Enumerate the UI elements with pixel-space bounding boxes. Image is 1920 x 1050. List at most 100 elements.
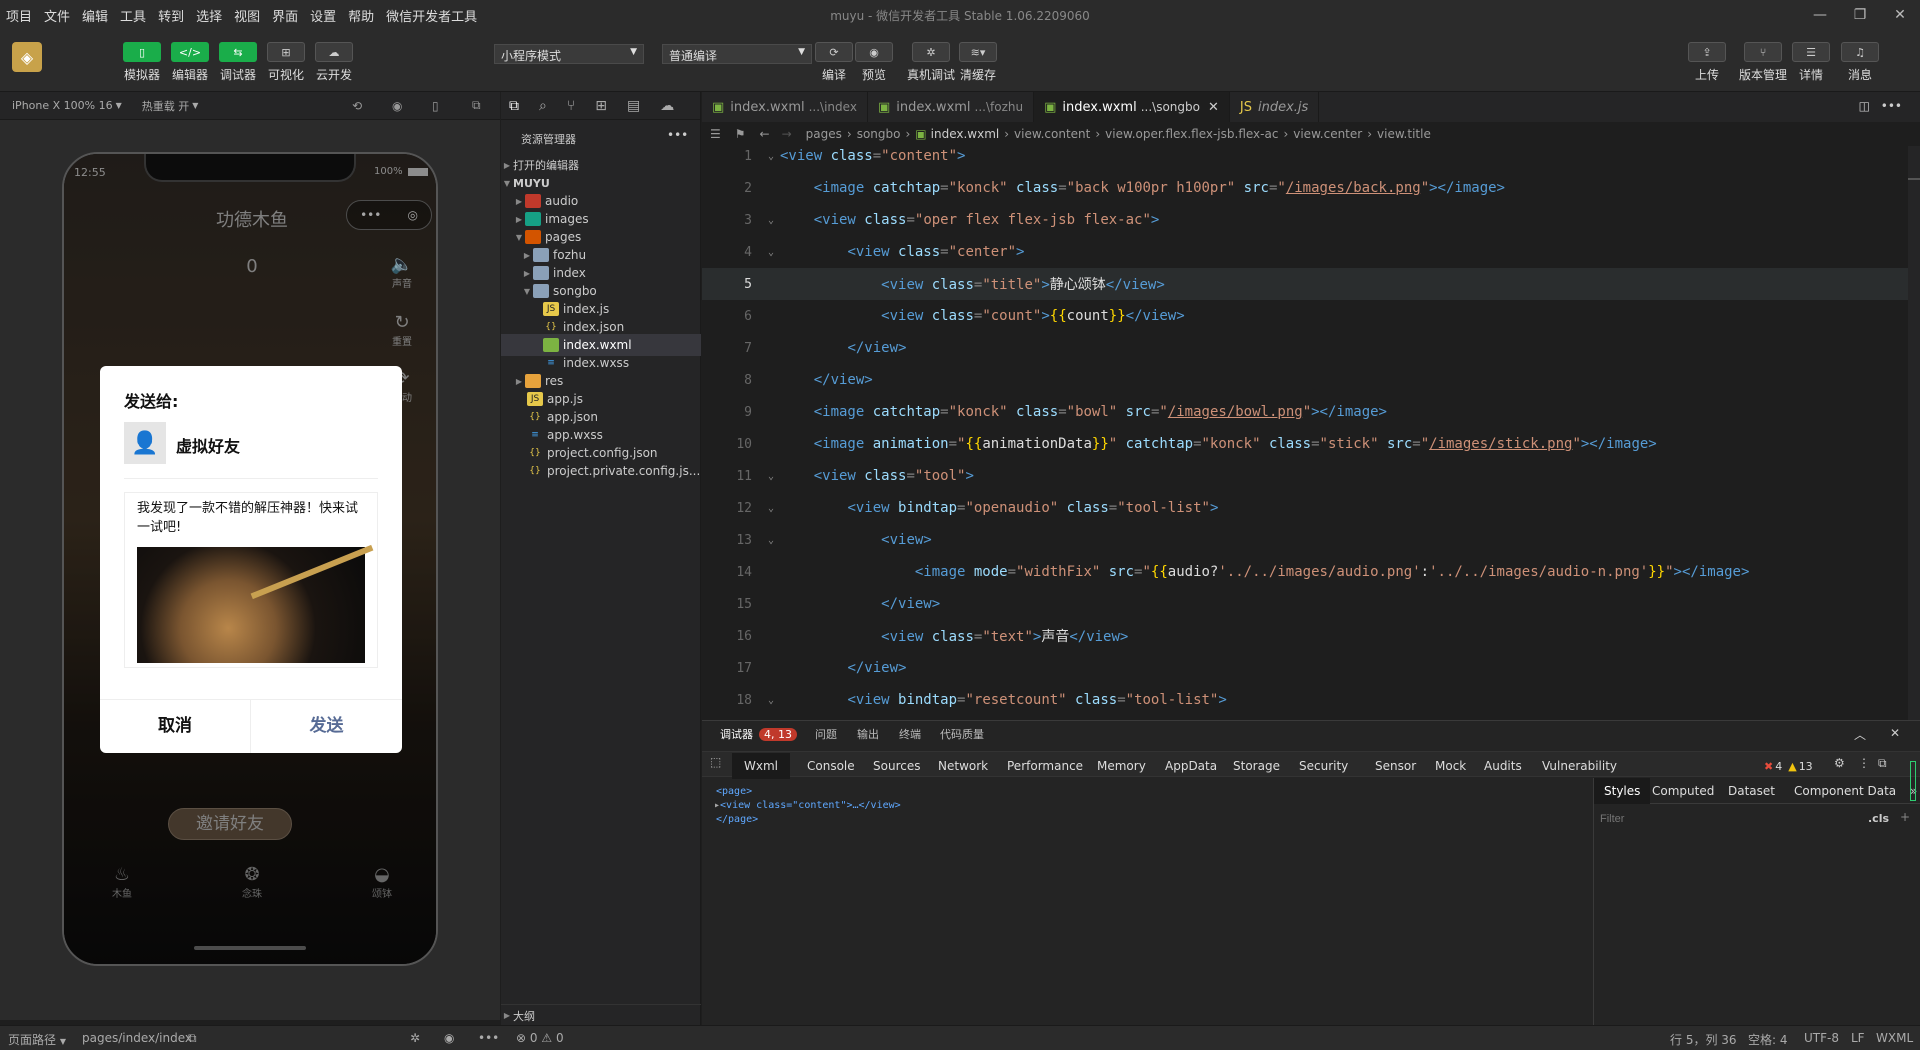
storage-icon[interactable]: ▤ [627, 98, 640, 114]
more-icon[interactable]: ••• [1881, 99, 1902, 113]
crumb-file[interactable]: index.wxml [931, 127, 1000, 141]
docker-icon[interactable]: ☁ [660, 98, 674, 114]
preview-button[interactable]: ◉ 预览 [854, 42, 894, 83]
bookmark-icon[interactable]: ⚑ [735, 127, 746, 141]
cls-toggle[interactable]: .cls [1868, 812, 1889, 825]
list-icon[interactable]: ☰ [710, 127, 721, 141]
messages-button[interactable]: ♫ 消息 [1840, 42, 1880, 83]
maximize-icon[interactable]: ❐ [1840, 0, 1880, 30]
styles-tab-styles[interactable]: Styles [1594, 778, 1651, 804]
panel-tab-storage[interactable]: Storage [1233, 753, 1280, 779]
code-line[interactable]: 8 </view> [702, 364, 1920, 396]
code-line[interactable]: 13 ⌄ <view> [702, 524, 1920, 556]
hot-reload-toggle[interactable]: 热重载 开 [142, 98, 190, 114]
forward-icon[interactable]: → [782, 127, 792, 141]
scrollbar-thumb[interactable] [1908, 178, 1920, 180]
tab-terminal[interactable]: 终端 [899, 721, 921, 747]
upload-button[interactable]: ⇪ 上传 [1687, 42, 1727, 83]
code-area[interactable]: 1 ⌄ <view class="content"> 2 <image catchta… [702, 140, 1920, 720]
compile-button[interactable]: ⟳ 编译 [814, 42, 854, 83]
panel-tab-memory[interactable]: Memory [1097, 753, 1146, 779]
clear-cache-button[interactable]: ≋▾ 清缓存 [958, 42, 998, 83]
code-line[interactable]: 7 </view> [702, 332, 1920, 364]
styles-tab-component-data[interactable]: Component Data [1794, 784, 1896, 798]
panel-tab-console[interactable]: Console [807, 753, 855, 779]
close-icon[interactable]: ✕ [1208, 100, 1219, 115]
panel-tab-network[interactable]: Network [938, 753, 988, 779]
menu-select[interactable]: 选择 [190, 6, 228, 25]
bug-icon[interactable]: ✲ [410, 1031, 420, 1045]
record-icon[interactable]: ◉ [392, 99, 402, 113]
dock-icon[interactable]: ⧉ [1878, 756, 1887, 771]
menu-project[interactable]: 项目 [0, 6, 38, 25]
code-line[interactable]: 6 <view class="count">{{count}}</view> [702, 300, 1920, 332]
panel-tab-appdata[interactable]: AppData [1165, 753, 1217, 779]
close-icon[interactable]: ✕ [1890, 726, 1900, 740]
code-line[interactable]: 18 ⌄ <view bindtap="resetcount" class="to… [702, 684, 1920, 716]
cloud-button[interactable]: ☁ 云开发 [314, 42, 354, 83]
language-mode[interactable]: WXML [1876, 1031, 1913, 1045]
more-icon[interactable]: ••• [478, 1031, 499, 1045]
cancel-button[interactable]: 取消 [100, 700, 251, 753]
tab-debugger[interactable]: 调试器 4, 13 [720, 721, 797, 747]
split-editor-icon[interactable]: ◫ [1859, 99, 1870, 113]
details-button[interactable]: ☰ 详情 [1791, 42, 1831, 83]
dom-node-view[interactable]: ▸<view class="content">…</view> [714, 799, 901, 813]
fold-icon[interactable]: ⌄ [762, 247, 780, 258]
eye-icon[interactable]: ◉ [444, 1031, 454, 1045]
panel-tab-performance[interactable]: Performance [1007, 753, 1083, 779]
real-debug-button[interactable]: ✲ 真机调试 [906, 42, 956, 83]
menu-file[interactable]: 文件 [38, 6, 76, 25]
code-line[interactable]: 16 <view class="text">声音</view> [702, 620, 1920, 652]
back-icon[interactable]: ← [760, 127, 770, 141]
tab-output[interactable]: 输出 [857, 721, 879, 747]
debugger-button[interactable]: ⇆ 调试器 [218, 42, 258, 83]
code-line[interactable]: 17 </view> [702, 652, 1920, 684]
tree-item-project-private-config[interactable]: {} project.private.config.js... [501, 460, 701, 482]
panel-tab-vulnerability[interactable]: Vulnerability [1542, 753, 1617, 779]
issue-counter[interactable]: ✖ 4 ▲ 13 [1764, 753, 1813, 779]
code-line[interactable]: 15 </view> [702, 588, 1920, 620]
panel-tab-audits[interactable]: Audits [1484, 753, 1522, 779]
indent-setting[interactable]: 空格: 4 [1748, 1031, 1788, 1048]
menu-help[interactable]: 帮助 [342, 6, 380, 25]
menu-goto[interactable]: 转到 [152, 6, 190, 25]
styles-tab-dataset[interactable]: Dataset [1728, 784, 1775, 798]
encoding[interactable]: UTF-8 [1804, 1031, 1839, 1045]
send-button[interactable]: 发送 [251, 700, 402, 753]
editor-button[interactable]: </> 编辑器 [170, 42, 210, 83]
menu-tools[interactable]: 工具 [114, 6, 152, 25]
minimize-icon[interactable]: — [1800, 0, 1840, 30]
fold-icon[interactable]: ⌄ [762, 503, 780, 514]
rotate-icon[interactable]: ⟲ [352, 99, 362, 113]
fold-icon[interactable]: ⌄ [762, 535, 780, 546]
search-icon[interactable]: ⌕ [539, 98, 547, 114]
problem-counter[interactable]: ⊗ 0 ⚠ 0 [516, 1031, 564, 1045]
add-icon[interactable]: + [1900, 810, 1910, 824]
tab-index-wxml-index[interactable]: ▣ index.wxml ...\index [702, 92, 868, 122]
close-icon[interactable]: ✕ [1880, 0, 1920, 30]
code-line[interactable]: 3 ⌄ <view class="oper flex flex-jsb flex-… [702, 204, 1920, 236]
code-line[interactable]: 2 <image catchtap="konck" class="back w1… [702, 172, 1920, 204]
tab-index-wxml-songbo[interactable]: ▣ index.wxml ...\songbo ✕ [1034, 92, 1230, 122]
tab-index-wxml-fozhu[interactable]: ▣ index.wxml ...\fozhu [868, 92, 1035, 122]
dom-node-page[interactable]: <page> [714, 785, 901, 799]
code-line[interactable]: 10 <image animation="{{animationData}}" … [702, 428, 1920, 460]
code-line[interactable]: 12 ⌄ <view bindtap="openaudio" class="too… [702, 492, 1920, 524]
panel-tab-mock[interactable]: Mock [1435, 753, 1466, 779]
dom-node-page-close[interactable]: </page> [714, 813, 901, 827]
crumb-songbo[interactable]: songbo [857, 127, 901, 141]
version-button[interactable]: ⑂ 版本管理 [1739, 42, 1787, 83]
more-vert-icon[interactable]: ⋮ [1858, 756, 1870, 770]
page-path-label[interactable]: 页面路径 ▼ [8, 1031, 66, 1048]
device-select[interactable]: iPhone X 100% 16 [12, 99, 113, 112]
outline-section[interactable]: ▶ 大纲 [501, 1004, 701, 1026]
menu-settings[interactable]: 设置 [304, 6, 342, 25]
eol[interactable]: LF [1851, 1031, 1865, 1045]
scrollbar-track[interactable] [1908, 146, 1920, 720]
fold-icon[interactable]: ⌄ [762, 471, 780, 482]
menu-view[interactable]: 视图 [228, 6, 266, 25]
tab-problems[interactable]: 问题 [815, 721, 837, 747]
mode-select[interactable]: 小程序模式 ▼ [494, 44, 644, 64]
tab-index-js[interactable]: JS index.js [1230, 92, 1320, 122]
